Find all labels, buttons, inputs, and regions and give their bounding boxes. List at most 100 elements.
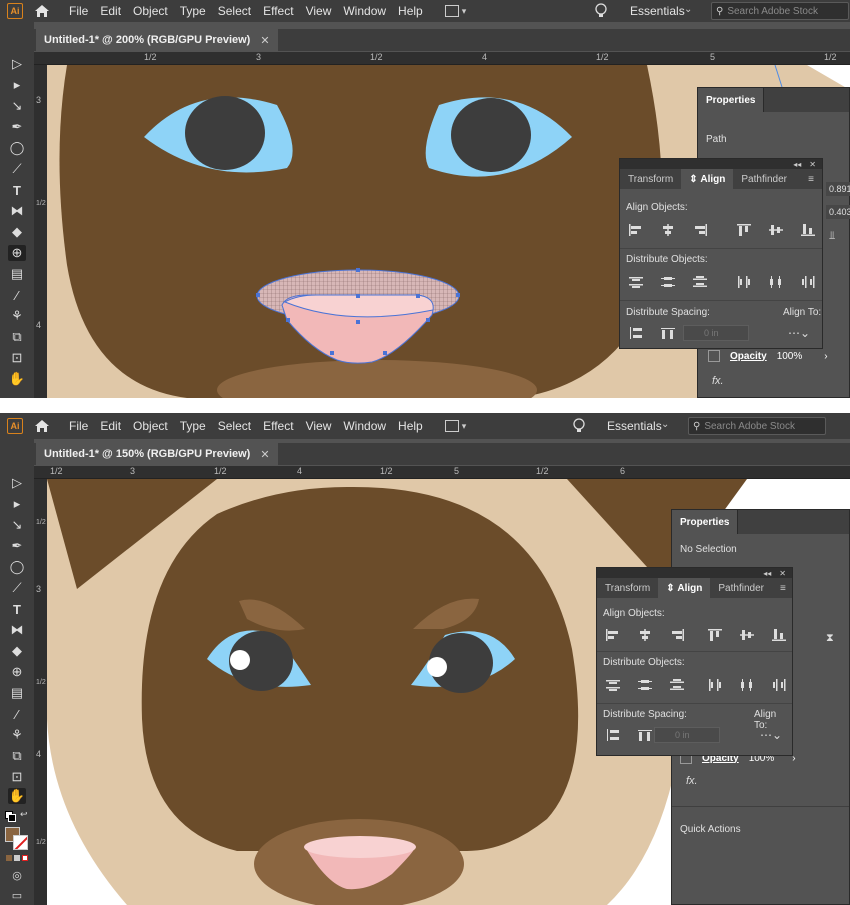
distribute-icon[interactable]: ⧗	[826, 632, 834, 645]
shape-builder-tool-icon[interactable]: ⊕	[8, 664, 26, 680]
menu-effect[interactable]: Effect	[263, 4, 293, 18]
lasso-tool-icon[interactable]: ↘	[8, 517, 26, 533]
align-top-icon[interactable]	[728, 221, 760, 239]
tab-transform[interactable]: Transform	[597, 578, 658, 598]
distribute-left-icon[interactable]	[728, 273, 760, 291]
tab-pathfinder[interactable]: Pathfinder	[733, 169, 795, 189]
reflect-tool-icon[interactable]: ⧓	[8, 622, 26, 638]
hand-tool-icon[interactable]: ✋	[8, 788, 26, 804]
align-horizontal-center-icon[interactable]	[652, 221, 684, 239]
vertical-ruler[interactable]: 1/2 3 1/2 4 1/2	[34, 479, 47, 905]
document-tab[interactable]: Untitled-1* @ 150% (RGB/GPU Preview) ✕	[36, 443, 278, 465]
color-mode-icons[interactable]	[6, 855, 28, 861]
screen-mode-icon[interactable]: ▭	[8, 887, 26, 903]
draw-mode-icon[interactable]: ◎	[8, 867, 26, 883]
property-value-1[interactable]: 0.891	[826, 182, 850, 196]
distribute-left-icon[interactable]	[699, 676, 731, 694]
menu-select[interactable]: Select	[218, 419, 251, 433]
menu-type[interactable]: Type	[180, 4, 206, 18]
selection-tool-icon[interactable]: ▷	[8, 56, 26, 72]
menu-edit[interactable]: Edit	[100, 419, 121, 433]
fx-label[interactable]: fx.	[686, 775, 698, 787]
align-left-icon[interactable]	[597, 626, 629, 644]
close-panel-icon[interactable]: ✕	[809, 160, 816, 169]
align-bottom-icon[interactable]	[792, 221, 824, 239]
distribute-bottom-icon[interactable]	[661, 676, 693, 694]
align-right-icon[interactable]	[684, 221, 716, 239]
pen-tool-icon[interactable]: ✒	[8, 538, 26, 554]
menu-object[interactable]: Object	[133, 419, 168, 433]
arrange-documents-icon[interactable]: ▾	[444, 5, 466, 17]
menu-select[interactable]: Select	[218, 4, 251, 18]
align-bottom-icon[interactable]: ⫫	[829, 230, 835, 243]
direct-selection-tool-icon[interactable]: ▸	[8, 77, 26, 93]
blend-tool-icon[interactable]: ⚘	[8, 308, 26, 324]
align-to-selection-icon[interactable]: ⋯⌄	[788, 326, 810, 340]
tab-properties[interactable]: Properties	[672, 510, 739, 534]
tab-pathfinder[interactable]: Pathfinder	[710, 578, 772, 598]
spacing-value-input[interactable]: 0 in	[683, 325, 749, 341]
menu-effect[interactable]: Effect	[263, 419, 293, 433]
blend-tool-icon[interactable]: ⚘	[8, 727, 26, 743]
spacing-value-input[interactable]: 0 in	[654, 727, 720, 743]
menu-type[interactable]: Type	[180, 419, 206, 433]
align-vertical-center-icon[interactable]	[731, 626, 763, 644]
paintbrush-tool-icon[interactable]: ⟋	[8, 161, 26, 177]
fill-stroke-swatch[interactable]	[5, 827, 29, 851]
search-stock-input[interactable]: ⚲ Search Adobe Stock	[711, 2, 849, 20]
close-icon[interactable]: ✕	[260, 448, 269, 461]
distribute-horizontal-center-icon[interactable]	[760, 273, 792, 291]
horizontal-ruler[interactable]: 1/2 3 1/2 4 1/2 5 1/2 6	[34, 466, 850, 479]
distribute-vertical-center-icon[interactable]	[652, 273, 684, 291]
distribute-top-icon[interactable]	[620, 273, 652, 291]
vertical-distribute-space-icon[interactable]	[597, 726, 629, 744]
distribute-right-icon[interactable]	[763, 676, 795, 694]
align-left-icon[interactable]	[620, 221, 652, 239]
align-right-icon[interactable]	[661, 626, 693, 644]
close-icon[interactable]: ✕	[260, 34, 269, 47]
panel-menu-icon[interactable]: ≡	[772, 578, 794, 598]
vertical-ruler[interactable]: 3 1/2 4	[34, 65, 47, 398]
search-stock-input[interactable]: ⚲ Search Adobe Stock	[688, 417, 826, 435]
chevron-down-icon[interactable]: ⌄	[661, 419, 669, 430]
distribute-vertical-center-icon[interactable]	[629, 676, 661, 694]
paintbrush-tool-icon[interactable]: ⟋	[8, 580, 26, 596]
document-tab[interactable]: Untitled-1* @ 200% (RGB/GPU Preview) ✕	[36, 29, 278, 51]
align-bottom-icon[interactable]	[763, 626, 795, 644]
align-to-selection-icon[interactable]: ⋯⌄	[760, 728, 782, 742]
gradient-tool-icon[interactable]: ▤	[8, 266, 26, 282]
lightbulb-icon[interactable]	[594, 3, 608, 19]
eyedropper-tool-icon[interactable]: ⁄	[8, 287, 26, 303]
type-tool-icon[interactable]: T	[8, 182, 26, 198]
align-horizontal-center-icon[interactable]	[629, 626, 661, 644]
ellipse-tool-icon[interactable]: ◯	[8, 559, 26, 575]
menu-file[interactable]: File	[69, 419, 88, 433]
menu-view[interactable]: View	[306, 419, 332, 433]
lightbulb-icon[interactable]	[572, 418, 586, 434]
home-icon[interactable]	[33, 417, 51, 435]
eraser-tool-icon[interactable]: ◆	[8, 643, 26, 659]
selection-tool-icon[interactable]: ▷	[8, 475, 26, 491]
menu-file[interactable]: File	[69, 4, 88, 18]
align-vertical-center-icon[interactable]	[760, 221, 792, 239]
horizontal-distribute-space-icon[interactable]	[652, 324, 684, 342]
workspace-switcher[interactable]: Essentials	[630, 4, 685, 18]
panel-menu-icon[interactable]: ≡	[800, 169, 822, 189]
direct-selection-tool-icon[interactable]: ▸	[8, 496, 26, 512]
gradient-tool-icon[interactable]: ▤	[8, 685, 26, 701]
tab-properties[interactable]: Properties	[698, 88, 765, 112]
vertical-distribute-space-icon[interactable]	[620, 324, 652, 342]
workspace-switcher[interactable]: Essentials	[607, 419, 662, 433]
artboard-tool-icon[interactable]: ⊡	[8, 769, 26, 785]
menu-window[interactable]: Window	[343, 4, 386, 18]
distribute-top-icon[interactable]	[597, 676, 629, 694]
tab-transform[interactable]: Transform	[620, 169, 681, 189]
ellipse-tool-icon[interactable]: ◯	[8, 140, 26, 156]
collapse-icon[interactable]: ◂◂	[763, 569, 771, 578]
lasso-tool-icon[interactable]: ↘	[8, 98, 26, 114]
artboard-tool-icon[interactable]: ⊡	[8, 350, 26, 366]
type-tool-icon[interactable]: T	[8, 601, 26, 617]
home-icon[interactable]	[33, 2, 51, 20]
collapse-icon[interactable]: ◂◂	[793, 160, 801, 169]
menu-edit[interactable]: Edit	[100, 4, 121, 18]
